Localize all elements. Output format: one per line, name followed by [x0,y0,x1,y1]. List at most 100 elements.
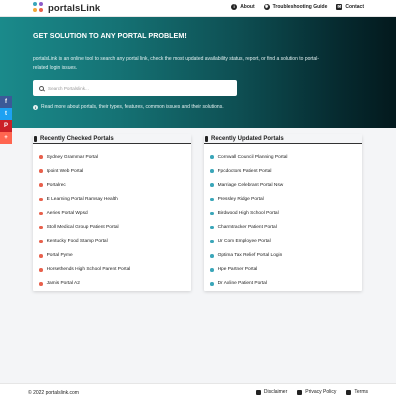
hero-note-text: Read more about portals, their types, fe… [41,104,224,110]
recently-checked-card: Recently Checked Portals Sydney Grammar … [33,134,191,291]
lock-icon [297,389,303,395]
bullet-dot-icon [39,183,43,188]
wrench-icon: ✱ [263,4,270,10]
copyright-text: © 2022 portalslink.com [28,390,79,396]
bullet-dot-icon [210,169,214,173]
bullet-dot-icon [210,239,214,244]
portal-list-item[interactable]: Fpcdoctors Patient Portal [210,164,287,178]
search-icon [39,85,44,91]
footer-link-terms[interactable]: Terms [346,389,368,395]
portal-link-text: Ipoint Web Portal [46,168,84,174]
footer-links: Disclaimer Privacy Policy Terms [255,389,368,395]
footer-link-privacy-policy[interactable]: Privacy Policy [297,389,336,395]
portal-list-item[interactable]: Stoll Medical Group Patient Portal [39,220,130,234]
info-circle-icon: i [33,104,38,110]
portal-list-item[interactable]: Hpe Partner Portal [210,263,287,277]
top-navbar: portalsLink i About ✱ Troubleshooting Gu… [0,0,396,17]
logo[interactable]: portalsLink [33,2,100,14]
facebook-icon: f [5,99,7,105]
recently-updated-card: Recently Updated Portals Cornwall Counci… [204,134,362,291]
portal-list-item[interactable]: Portal Pyme [39,249,130,263]
footer-link-disclaimer[interactable]: Disclaimer [255,389,287,395]
bullet-dot-icon [39,155,43,159]
portal-list-item[interactable]: Optima Tax Relief Portal Login [210,249,287,263]
portal-list-item[interactable]: Portalrec [39,178,130,192]
logo-icon [33,2,45,14]
megaphone-icon [255,389,261,395]
info-icon [205,135,208,142]
nav-contact-label: Contact [345,4,364,10]
portal-link-text: Jamis Portal A2 [46,281,80,287]
bullet-dot-icon [210,211,214,216]
hero-note[interactable]: i Read more about portals, their types, … [33,104,224,110]
pinterest-share-button[interactable]: P [0,120,12,132]
bullet-dot-icon [39,239,43,244]
recently-checked-title: Recently Checked Portals [33,134,191,144]
nav-about[interactable]: i About [231,4,255,10]
portal-list-item[interactable]: Pressley Ridge Portal [210,192,287,206]
portal-link-text: Kentucky Food Stamp Portal [46,239,108,245]
portal-link-text: Sydney Grammar Portal [46,154,99,160]
portal-link-text: Marriage Celebrant Portal Nsw [217,182,284,188]
bullet-dot-icon [210,225,214,230]
portal-list-item[interactable]: Aeries Portal Wpsd [39,206,130,220]
portal-list-item[interactable]: Ur Com Employee Portal [210,235,287,249]
hero-banner: GET SOLUTION TO ANY PORTAL PROBLEM! port… [0,17,396,128]
footer: © 2022 portalslink.com Disclaimer Privac… [0,383,396,400]
bullet-dot-icon [210,268,214,272]
portal-list-item[interactable]: Cornwall Council Planning Portal [210,150,287,164]
portal-link-text: Cornwall Council Planning Portal [217,154,288,160]
search-box [33,80,237,96]
bullet-dot-icon [210,183,214,188]
envelope-icon: ✉ [336,4,343,10]
portal-list-item[interactable]: Charmtracker Patient Portal [210,220,287,234]
bullet-dot-icon [39,197,43,202]
portal-link-text: Stoll Medical Group Patient Portal [46,225,119,231]
bullet-dot-icon [210,155,214,159]
twitter-icon: t [5,111,7,117]
hero-title: GET SOLUTION TO ANY PORTAL PROBLEM! [33,31,187,40]
bullet-dot-icon [210,282,214,286]
nav-troubleshooting-guide[interactable]: ✱ Troubleshooting Guide [263,4,327,10]
portal-list-item[interactable]: Marriage Celebrant Portal Nsw [210,178,287,192]
portal-list-item[interactable]: Dr Axline Patient Portal [210,277,287,291]
page: portalsLink i About ✱ Troubleshooting Gu… [0,0,396,400]
portal-list-item[interactable]: Birdwood High School Portal [210,206,287,220]
portal-link-text: Charmtracker Patient Portal [217,225,277,231]
portal-list-item[interactable]: E Learning Portal Ramsay Health [39,192,130,206]
portal-list-item[interactable]: Horsethends High School Parent Portal [39,263,130,277]
portal-list-item[interactable]: Jamis Portal A2 [39,277,130,291]
search-input[interactable] [48,85,228,91]
twitter-share-button[interactable]: t [0,108,12,120]
bullet-dot-icon [39,253,43,258]
portal-list-item[interactable]: Sydney Grammar Portal [39,150,130,164]
info-icon: i [231,4,238,10]
main-nav: i About ✱ Troubleshooting Guide ✉ Contac… [231,4,364,10]
portal-list-item[interactable]: Ipoint Web Portal [39,164,130,178]
portal-link-text: Portalrec [46,182,66,188]
info-icon [34,135,37,142]
bullet-dot-icon [39,211,43,216]
recently-updated-title: Recently Updated Portals [204,134,362,144]
portal-link-text: Portal Pyme [46,253,73,259]
portal-link-text: Aeries Portal Wpsd [46,210,88,216]
bullet-dot-icon [210,253,214,258]
recently-checked-list: Sydney Grammar Portal Ipoint Web Portal Po… [39,150,130,291]
nav-about-label: About [240,4,255,10]
portal-link-text: Hpe Partner Portal [217,267,258,273]
nav-contact[interactable]: ✉ Contact [336,4,364,10]
portal-link-text: E Learning Portal Ramsay Health [46,196,118,202]
gavel-icon [346,389,352,395]
bullet-dot-icon [39,282,43,286]
portal-link-text: Birdwood High School Portal [217,210,279,216]
plus-icon: + [4,135,8,141]
bullet-dot-icon [39,225,43,230]
facebook-share-button[interactable]: f [0,96,12,108]
portal-link-text: Pressley Ridge Portal [217,196,264,202]
portal-link-text: Optima Tax Relief Portal Login [217,253,283,259]
more-share-button[interactable]: + [0,132,12,144]
bullet-dot-icon [39,169,43,173]
portal-link-text: Dr Axline Patient Portal [217,281,267,287]
pinterest-icon: P [3,123,8,129]
portal-list-item[interactable]: Kentucky Food Stamp Portal [39,235,130,249]
